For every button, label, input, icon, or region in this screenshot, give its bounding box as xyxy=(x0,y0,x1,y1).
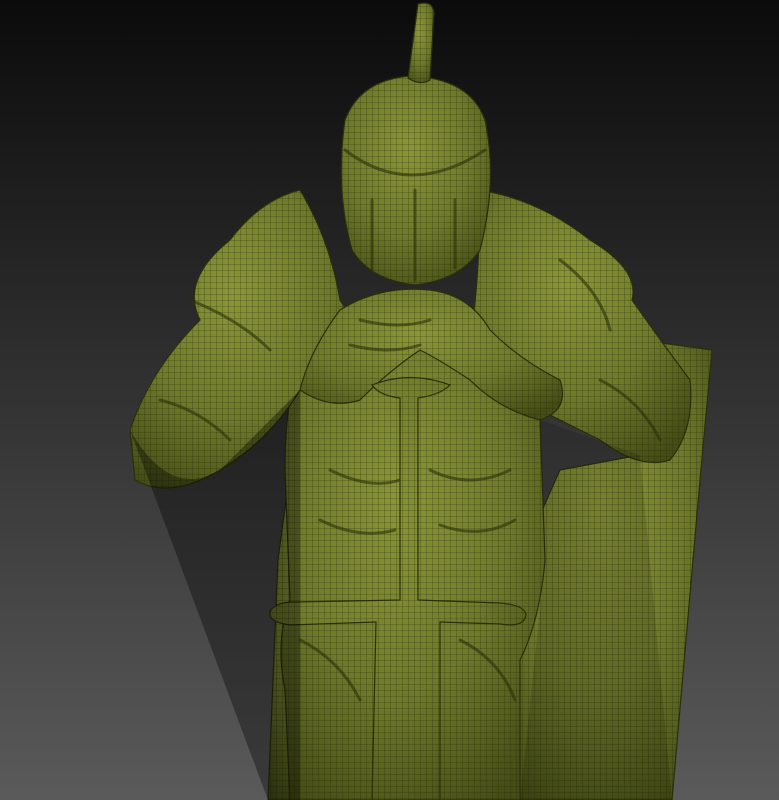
sculpt-viewport[interactable] xyxy=(0,0,779,800)
knight-render xyxy=(0,0,779,800)
